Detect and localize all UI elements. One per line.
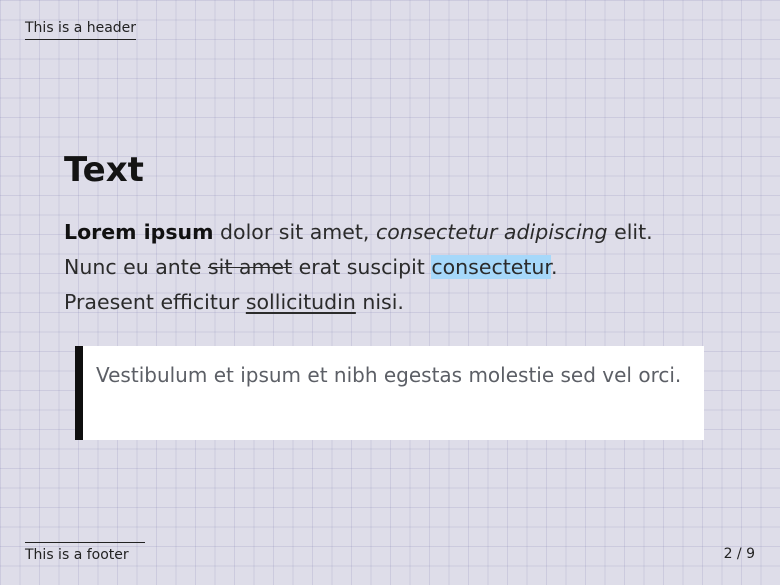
paragraph-text: elit.	[607, 220, 653, 244]
quote-text: Vestibulum et ipsum et nibh egestas mole…	[96, 363, 682, 387]
blockquote: Vestibulum et ipsum et nibh egestas mole…	[75, 346, 704, 440]
slide-footer: This is a footer	[25, 547, 129, 563]
underlined-text: sollicitudin	[245, 290, 356, 314]
paragraph-text: .	[550, 255, 558, 279]
body-paragraph: Lorem ipsum dolor sit amet, consectetur …	[64, 215, 744, 320]
paragraph-text: nisi.	[355, 290, 404, 314]
footer-divider	[25, 542, 145, 543]
page-number: 2 / 9	[723, 546, 755, 562]
paragraph-text: Nunc eu ante	[64, 255, 208, 279]
paragraph-text: dolor sit amet,	[213, 220, 376, 244]
highlighted-text: consectetur	[431, 255, 551, 279]
paragraph-text: Praesent efficitur	[64, 290, 246, 314]
slide-header: This is a header	[25, 19, 137, 40]
slide-title: Text	[64, 150, 144, 190]
strikethrough-text: sit amet	[207, 255, 293, 279]
bold-text: Lorem ipsum	[64, 220, 214, 244]
italic-text: consectetur adipiscing	[375, 220, 608, 244]
paragraph-text: erat suscipit	[292, 255, 432, 279]
